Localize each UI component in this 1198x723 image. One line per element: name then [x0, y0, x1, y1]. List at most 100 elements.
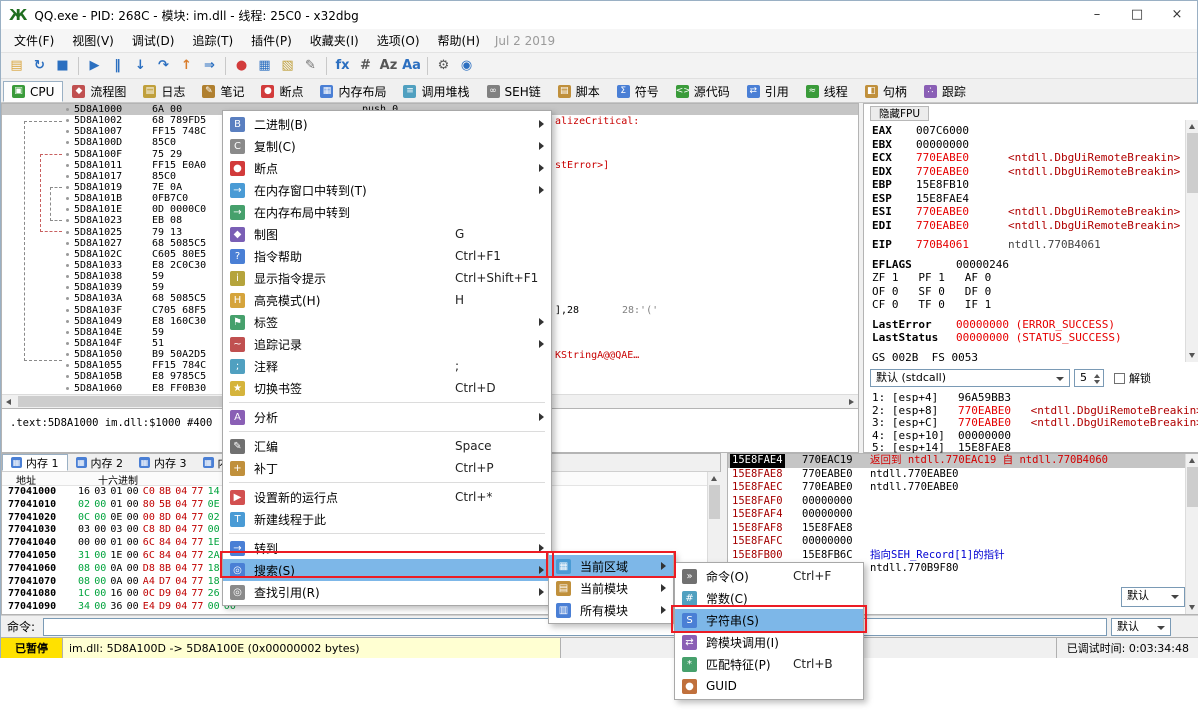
register-row[interactable]: LastStatus00000000 (STATUS_SUCCESS) [872, 331, 1172, 345]
stack-default-combo[interactable]: 默认 [1121, 587, 1185, 607]
menubar-item[interactable]: 选项(O) [368, 29, 429, 52]
menu-item[interactable]: →转到 [223, 537, 551, 559]
menu-item[interactable]: ◎搜索(S) [223, 559, 551, 581]
menu-item[interactable]: ;注释; [223, 355, 551, 377]
az-icon[interactable]: Az [377, 55, 400, 77]
menu-item[interactable]: ⇄跨模块调用(I) [675, 631, 863, 653]
tab-symbols[interactable]: Σ符号 [609, 81, 667, 102]
register-row[interactable]: EFLAGS00000246 [872, 258, 1172, 272]
tab-call-stack[interactable]: ≡调用堆栈 [395, 81, 477, 102]
stack-row[interactable]: 15E8FAE8770EABE0ntdll.770EABE0 [728, 468, 1186, 482]
menu-item[interactable]: ▦当前区域 [549, 555, 673, 577]
run-to-user-code-icon[interactable]: ⇒ [198, 55, 221, 77]
menu-item[interactable]: ★切换书签Ctrl+D [223, 377, 551, 399]
breakpoint-bullet[interactable] [66, 231, 69, 234]
breakpoint-bullet[interactable] [66, 375, 69, 378]
minimize-button[interactable]: – [1077, 1, 1117, 29]
spin-up-icon[interactable] [1094, 374, 1100, 378]
dump-tab-memory1[interactable]: ▦内存 1 [2, 454, 68, 471]
unlock-checkbox[interactable] [1114, 373, 1125, 384]
stack-row[interactable]: 15E8FAEC770EABE0ntdll.770EABE0 [728, 481, 1186, 495]
breakpoint-bullet[interactable] [66, 164, 69, 167]
breakpoint-bullet[interactable] [66, 297, 69, 300]
tab-cpu[interactable]: ▣CPU [3, 81, 63, 102]
settings-icon[interactable]: ⚙ [432, 55, 455, 77]
menu-item[interactable]: ▥所有模块 [549, 599, 673, 621]
menu-item[interactable]: ⚑标签 [223, 311, 551, 333]
tab-log[interactable]: ▤日志 [135, 81, 193, 102]
breakpoint-bullet[interactable] [66, 253, 69, 256]
stack-row[interactable]: 15E8FAF000000000 [728, 495, 1186, 509]
breakpoint-bullet[interactable] [66, 219, 69, 222]
menu-item[interactable]: ✎汇编Space [223, 435, 551, 457]
breakpoint-bullet[interactable] [66, 141, 69, 144]
notes-icon[interactable]: ✎ [299, 55, 322, 77]
breakpoint-bullet[interactable] [66, 309, 69, 312]
menu-item[interactable]: »命令(O)Ctrl+F [675, 565, 863, 587]
fx-icon[interactable]: fx [331, 55, 354, 77]
register-row[interactable]: ESP15E8FAE4 [872, 192, 1172, 206]
menu-item[interactable]: C复制(C) [223, 135, 551, 157]
breakpoint-bullet[interactable] [66, 153, 69, 156]
stack-row[interactable]: 15E8FAE4770EAC19返回到 ntdll.770EAC19 自 ntd… [728, 454, 1186, 468]
menu-item[interactable]: ●GUID [675, 675, 863, 697]
breakpoint-bullet[interactable] [66, 342, 69, 345]
step-out-icon[interactable]: ↑ [175, 55, 198, 77]
menu-item[interactable]: ◎查找引用(R) [223, 581, 551, 603]
tab-memory-map[interactable]: ▦内存布局 [312, 81, 394, 102]
dump-tab-memory2[interactable]: ▦内存 2 [68, 454, 132, 471]
tab-references[interactable]: ⇄引用 [739, 81, 797, 102]
log-icon[interactable]: ▧ [276, 55, 299, 77]
breakpoint-bullet[interactable] [66, 130, 69, 133]
menu-item[interactable]: ●断点 [223, 157, 551, 179]
menu-item[interactable]: ◆制图G [223, 223, 551, 245]
restart-icon[interactable]: ↻ [28, 55, 51, 77]
register-row[interactable]: CF 0 TF 0 IF 1 [872, 298, 1172, 312]
breakpoint-bullet[interactable] [66, 331, 69, 334]
breakpoint-bullet[interactable] [66, 242, 69, 245]
menu-item[interactable]: →在内存窗口中转到(T) [223, 179, 551, 201]
tab-graph[interactable]: ◆流程图 [64, 81, 134, 102]
memory-map-icon[interactable]: ▦ [253, 55, 276, 77]
menu-item[interactable]: ~追踪记录 [223, 333, 551, 355]
register-row[interactable]: EBP15E8FB10 [872, 178, 1172, 192]
dump-tab-memory3[interactable]: ▦内存 3 [131, 454, 195, 471]
spin-down-icon[interactable] [1094, 380, 1100, 384]
tab-breakpoints[interactable]: ●断点 [253, 81, 311, 102]
menubar-item[interactable]: 文件(F) [5, 29, 63, 52]
menubar-item[interactable]: 追踪(T) [183, 29, 242, 52]
menu-item[interactable]: H高亮模式(H)H [223, 289, 551, 311]
register-row[interactable]: OF 0 SF 0 DF 0 [872, 285, 1172, 299]
register-row[interactable]: GS 002B FS 0053 [872, 351, 1172, 365]
menu-item[interactable]: #常数(C) [675, 587, 863, 609]
menu-item[interactable]: ?指令帮助Ctrl+F1 [223, 245, 551, 267]
breakpoint-bullet[interactable] [66, 364, 69, 367]
menu-item[interactable]: S字符串(S) [675, 609, 863, 631]
tab-source[interactable]: <>源代码 [668, 81, 738, 102]
menu-item[interactable]: +补丁Ctrl+P [223, 457, 551, 479]
stack-row[interactable]: 15E8FAF815E8FAE8 [728, 522, 1186, 536]
stack-row[interactable]: 15E8FB0015E8FB6C指向SEH_Record[1]的指针 [728, 549, 1186, 563]
menubar-item[interactable]: 调试(D) [123, 29, 184, 52]
breakpoint-icon[interactable]: ● [230, 55, 253, 77]
breakpoint-bullet[interactable] [66, 186, 69, 189]
tab-trace[interactable]: ∴跟踪 [916, 81, 974, 102]
menubar-item[interactable]: 插件(P) [242, 29, 301, 52]
register-row[interactable]: EAX007C6000 [872, 124, 1172, 138]
register-row[interactable]: ESI770EABE0<ntdll.DbgUiRemoteBreakin> [872, 205, 1172, 219]
hide-fpu-button[interactable]: 隐藏FPU [870, 106, 929, 121]
register-row[interactable]: EDI770EABE0<ntdll.DbgUiRemoteBreakin> [872, 219, 1172, 233]
stack-row[interactable]: 15E8FAFC00000000 [728, 535, 1186, 549]
string-search-icon[interactable]: Aa [400, 55, 423, 77]
tab-seh[interactable]: ∞SEH链 [479, 81, 549, 102]
hash-icon[interactable]: # [354, 55, 377, 77]
menubar-item[interactable]: 视图(V) [63, 29, 123, 52]
menu-item[interactable]: ▶设置新的运行点Ctrl+* [223, 486, 551, 508]
tab-threads[interactable]: ≈线程 [798, 81, 856, 102]
register-row[interactable]: EBX00000000 [872, 138, 1172, 152]
run-icon[interactable]: ▶ [83, 55, 106, 77]
menu-item[interactable]: *匹配特征(P)Ctrl+B [675, 653, 863, 675]
breakpoint-bullet[interactable] [66, 175, 69, 178]
breakpoint-bullet[interactable] [66, 286, 69, 289]
menu-item[interactable]: ▤当前模块 [549, 577, 673, 599]
